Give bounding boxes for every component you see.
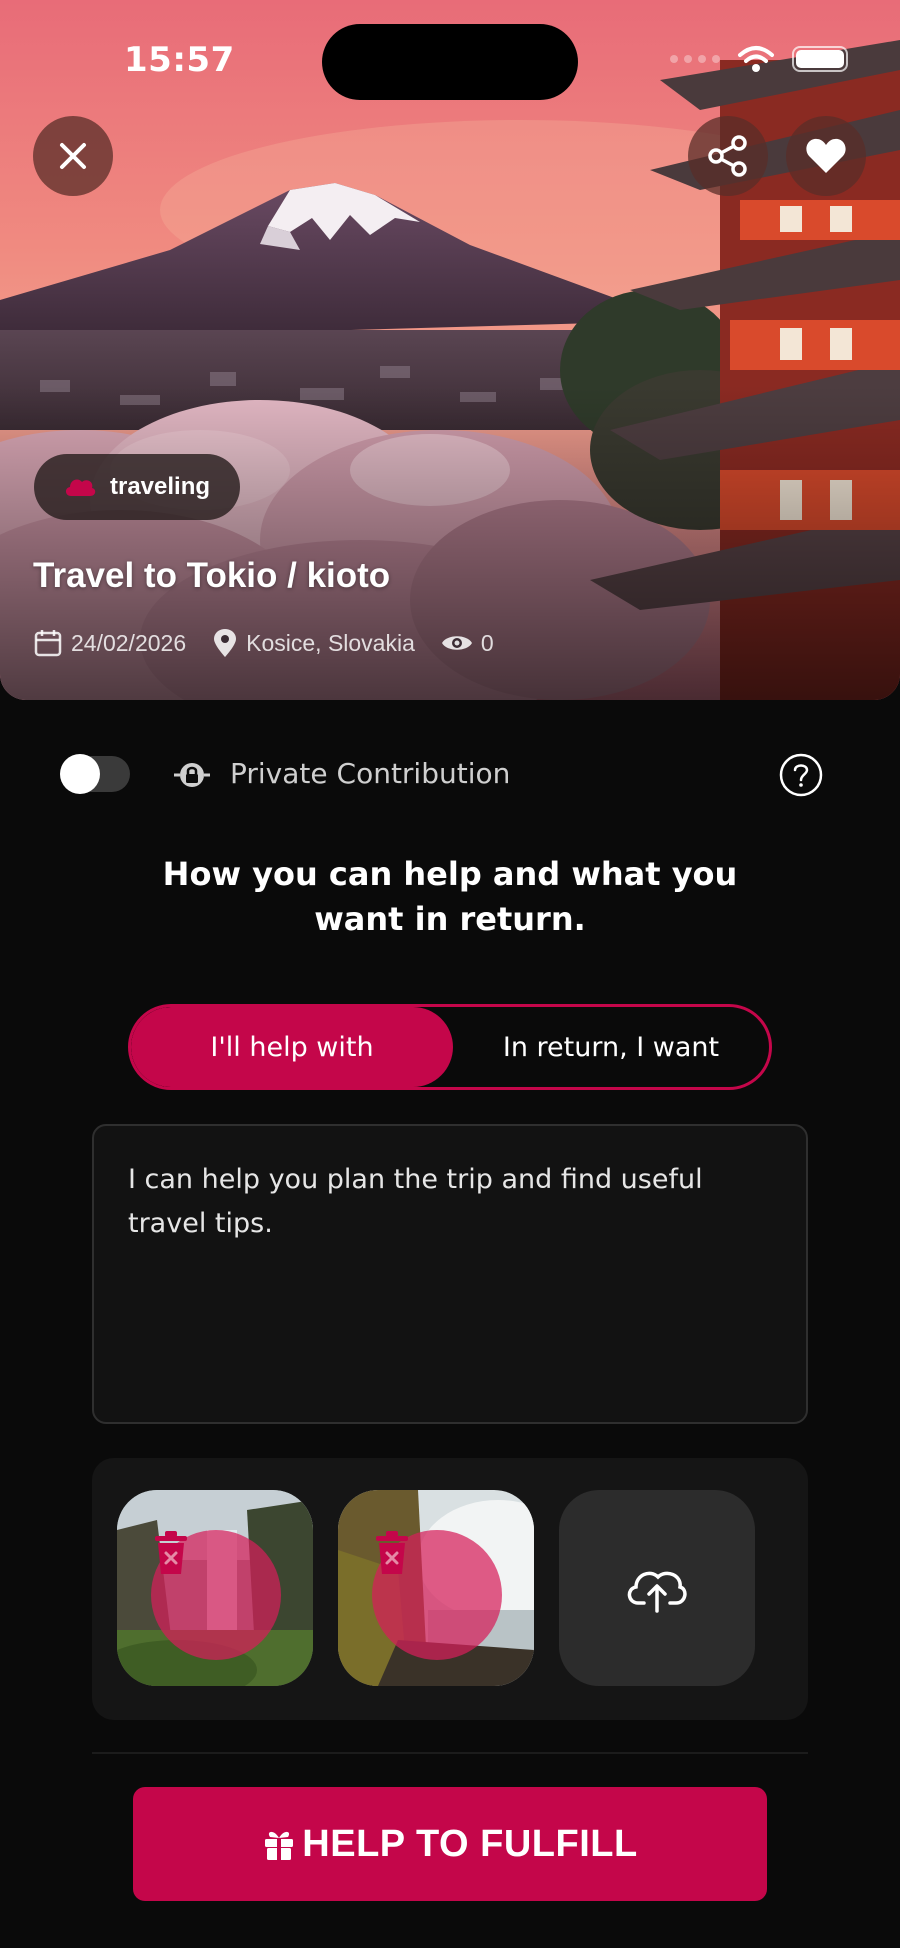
tab-in-return[interactable]: In return, I want xyxy=(453,1007,769,1087)
private-lock-icon xyxy=(174,763,210,787)
toggle-knob xyxy=(60,754,100,794)
status-bar: 15:57 xyxy=(0,0,900,120)
close-button[interactable] xyxy=(33,116,113,196)
private-toggle[interactable] xyxy=(60,754,130,794)
cloud-icon xyxy=(65,479,96,496)
views-count: 0 xyxy=(480,629,494,656)
signal-icon xyxy=(670,55,720,63)
help-icon[interactable] xyxy=(778,752,824,798)
location-text: Kosice, Slovakia xyxy=(246,629,415,656)
wish-meta: 24/02/2026 Kosice, Slovakia 0 xyxy=(33,628,520,658)
help-to-fulfill-button[interactable]: HELP TO FULFILL xyxy=(133,1787,767,1901)
hero-banner: 15:57 traveling Travel to Tokio / kioto … xyxy=(0,0,900,700)
upload-image-button[interactable] xyxy=(559,1490,755,1686)
divider xyxy=(92,1752,808,1754)
image-thumb[interactable] xyxy=(338,1490,534,1686)
location-pin-icon xyxy=(214,629,237,657)
delete-image-button[interactable] xyxy=(372,1530,502,1660)
views-meta: 0 xyxy=(441,630,494,657)
private-label: Private Contribution xyxy=(230,757,511,790)
contribution-segment: I'll help with In return, I want xyxy=(128,1004,772,1090)
favorite-button[interactable] xyxy=(786,116,866,196)
wish-title: Travel to Tokio / kioto xyxy=(33,556,391,595)
share-icon xyxy=(708,135,747,177)
date-text: 24/02/2026 xyxy=(71,629,187,656)
calendar-icon xyxy=(34,630,62,657)
image-thumb[interactable] xyxy=(117,1490,313,1686)
category-label: traveling xyxy=(110,473,211,500)
cta-label: HELP TO FULFILL xyxy=(302,1822,638,1865)
wifi-icon xyxy=(738,46,774,72)
trash-icon xyxy=(155,1531,187,1574)
gift-icon xyxy=(265,1831,294,1860)
share-button[interactable] xyxy=(688,116,768,196)
heart-icon xyxy=(806,138,846,173)
status-time: 15:57 xyxy=(124,40,235,80)
dynamic-island xyxy=(322,24,578,100)
status-icons xyxy=(670,44,848,74)
cloud-upload-icon xyxy=(627,1571,687,1613)
location-meta: Kosice, Slovakia xyxy=(212,628,415,658)
eye-icon xyxy=(441,636,472,650)
date-meta: 24/02/2026 xyxy=(33,628,186,658)
delete-image-button[interactable] xyxy=(151,1530,281,1660)
trash-icon xyxy=(376,1531,408,1574)
section-title: How you can help and what you want in re… xyxy=(162,855,738,938)
tab-help-with[interactable]: I'll help with xyxy=(131,1007,453,1087)
battery-icon xyxy=(792,46,848,72)
contribution-textarea[interactable]: I can help you plan the trip and find us… xyxy=(92,1124,808,1424)
category-tag[interactable]: traveling xyxy=(34,454,241,520)
images-panel xyxy=(92,1458,808,1720)
close-icon xyxy=(60,143,86,169)
